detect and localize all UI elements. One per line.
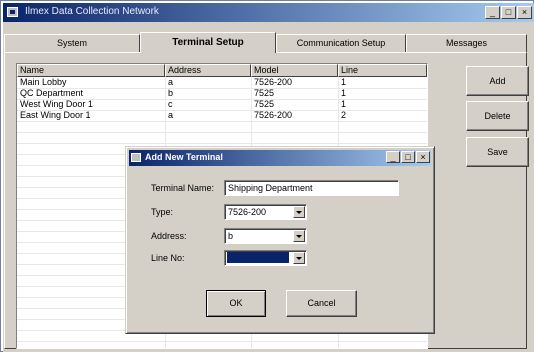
address-select-value: b: [228, 231, 234, 241]
type-select-value: 7526-200: [228, 207, 267, 217]
cell-line: 1: [341, 77, 347, 87]
line-no-select-value: 1: [227, 252, 289, 264]
chevron-down-icon[interactable]: [293, 206, 305, 218]
address-select[interactable]: b: [224, 228, 307, 244]
row-gridline: [17, 110, 427, 111]
column-header-model[interactable]: Model: [251, 64, 338, 77]
cell-address: a: [168, 77, 174, 87]
terminal-name-input[interactable]: Shipping Department: [224, 180, 399, 196]
dialog-close-button[interactable]: ×: [416, 151, 430, 163]
window-controls: _ □ ×: [485, 6, 532, 20]
row-gridline: [17, 88, 427, 89]
tab-messages[interactable]: Messages: [406, 34, 527, 52]
line-no-select[interactable]: 1: [224, 250, 307, 266]
table-row[interactable]: QC Department b 7525 1: [17, 88, 427, 99]
chevron-down-icon[interactable]: [293, 252, 305, 264]
cell-name: Main Lobby: [20, 77, 67, 87]
address-label: Address:: [151, 231, 187, 241]
close-button[interactable]: ×: [517, 6, 532, 19]
row-gridline: [17, 121, 427, 122]
minimize-button[interactable]: _: [485, 6, 500, 19]
cell-address: b: [168, 88, 174, 98]
delete-button[interactable]: Delete: [466, 101, 529, 131]
cell-name: QC Department: [20, 88, 84, 98]
row-gridline: [17, 132, 427, 133]
dialog-title-bar[interactable]: Add New Terminal _ □ ×: [129, 150, 431, 166]
type-label: Type:: [151, 207, 174, 217]
dialog-maximize-button[interactable]: □: [401, 151, 415, 163]
row-gridline: [17, 143, 427, 144]
row-gridline: [17, 341, 427, 342]
chevron-down-icon[interactable]: [293, 230, 305, 242]
cell-line: 2: [341, 110, 347, 120]
cell-address: c: [168, 99, 173, 109]
tab-system[interactable]: System: [4, 34, 140, 52]
cell-name: East Wing Door 1: [20, 110, 91, 120]
dialog-minimize-button[interactable]: _: [386, 151, 400, 163]
tab-strip: System Terminal Setup Communication Setu…: [4, 32, 527, 53]
save-button[interactable]: Save: [466, 137, 529, 167]
cell-name: West Wing Door 1: [20, 99, 93, 109]
row-gridline: [17, 99, 427, 100]
list-header: Name Address Model Line: [17, 64, 427, 77]
title-bar[interactable]: Ilmex Data Collection Network _ □ ×: [3, 3, 534, 22]
tab-communication-setup[interactable]: Communication Setup: [276, 34, 406, 52]
maximize-button[interactable]: □: [501, 6, 516, 19]
cell-line: 1: [341, 88, 347, 98]
line-no-label: Line No:: [151, 253, 185, 263]
table-row[interactable]: East Wing Door 1 a 7526-200 2: [17, 110, 427, 121]
tab-terminal-setup[interactable]: Terminal Setup: [140, 32, 276, 53]
dialog-window-controls: _ □ ×: [386, 151, 430, 165]
column-header-name[interactable]: Name: [17, 64, 165, 77]
window-title: Ilmex Data Collection Network: [25, 6, 159, 17]
column-header-line[interactable]: Line: [338, 64, 427, 77]
cell-model: 7525: [254, 99, 275, 109]
ok-button[interactable]: OK: [206, 290, 266, 317]
terminal-name-label: Terminal Name:: [151, 183, 215, 193]
app-icon: [7, 7, 18, 17]
add-terminal-dialog: Add New Terminal _ □ × Terminal Name: Sh…: [125, 146, 435, 334]
cell-line: 1: [341, 99, 347, 109]
table-row[interactable]: Main Lobby a 7526-200 1: [17, 77, 427, 88]
column-header-address[interactable]: Address: [165, 64, 251, 77]
add-button[interactable]: Add: [466, 66, 529, 96]
cell-model: 7525: [254, 88, 275, 98]
cell-model: 7526-200: [254, 77, 293, 87]
cancel-button[interactable]: Cancel: [286, 290, 357, 317]
dialog-app-icon: [131, 153, 141, 162]
table-row[interactable]: West Wing Door 1 c 7525 1: [17, 99, 427, 110]
dialog-title: Add New Terminal: [145, 152, 223, 162]
cell-model: 7526-200: [254, 110, 293, 120]
cell-address: a: [168, 110, 174, 120]
type-select[interactable]: 7526-200: [224, 204, 307, 220]
